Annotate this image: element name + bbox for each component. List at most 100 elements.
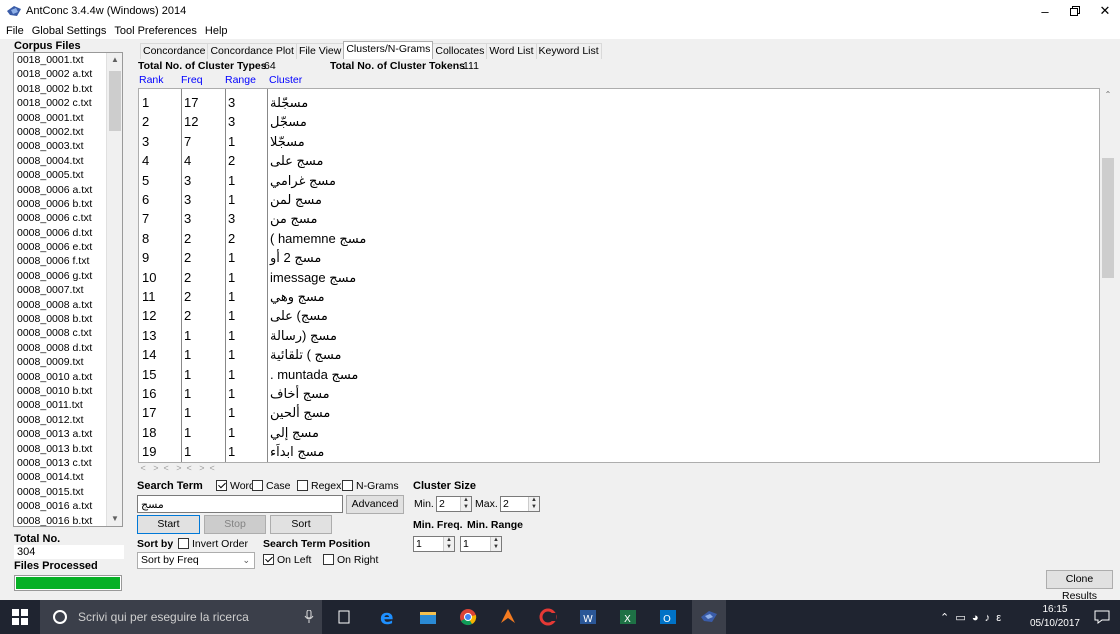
corpus-file-item[interactable]: 0018_0002 b.txt bbox=[14, 82, 108, 96]
table-row[interactable]: 19 1 1 مسج ابداَء bbox=[139, 442, 1099, 461]
corpus-file-item[interactable]: 0008_0013 b.txt bbox=[14, 442, 108, 456]
table-row[interactable]: 2 12 3 مسجّل bbox=[139, 112, 1099, 131]
corpus-file-item[interactable]: 0008_0006 a.txt bbox=[14, 183, 108, 197]
notifications-icon[interactable] bbox=[1094, 609, 1110, 625]
minimize-button[interactable]: – bbox=[1030, 0, 1060, 22]
corpus-file-item[interactable]: 0008_0008 c.txt bbox=[14, 326, 108, 340]
windows-start-icon[interactable] bbox=[12, 609, 28, 625]
corpus-file-item[interactable]: 0008_0016 b.txt bbox=[14, 514, 108, 527]
excel-icon[interactable]: X bbox=[618, 607, 638, 627]
corpus-file-item[interactable]: 0008_0001.txt bbox=[14, 111, 108, 125]
horizontal-scroll-arrows[interactable]: < > < > < > < bbox=[138, 463, 1100, 473]
table-row[interactable]: 15 1 1 . muntada مسج bbox=[139, 365, 1099, 384]
corpus-file-item[interactable]: 0008_0005.txt bbox=[14, 168, 108, 182]
corpus-file-item[interactable]: 0008_0007.txt bbox=[14, 283, 108, 297]
table-row[interactable]: 7 3 3 مسج من bbox=[139, 209, 1099, 228]
corpus-file-item[interactable]: 0008_0016 a.txt bbox=[14, 499, 108, 513]
scroll-up-icon[interactable]: ⌃ bbox=[1100, 88, 1116, 102]
scroll-down-icon[interactable]: ▼ bbox=[107, 512, 122, 526]
table-row[interactable]: 13 1 1 مسج (رسالة bbox=[139, 326, 1099, 345]
corpus-file-item[interactable]: 0018_0002 c.txt bbox=[14, 96, 108, 110]
col-range[interactable]: Range bbox=[225, 74, 256, 86]
chrome-icon[interactable] bbox=[458, 607, 478, 627]
spinner-arrows-icon[interactable]: ▲ ▼ bbox=[490, 537, 501, 551]
words-checkbox[interactable] bbox=[216, 480, 227, 491]
corpus-file-item[interactable]: 0018_0001.txt bbox=[14, 53, 108, 67]
menu-file[interactable]: File bbox=[2, 25, 28, 37]
min-range-spinner[interactable]: 1 ▲ ▼ bbox=[460, 536, 502, 552]
col-cluster[interactable]: Cluster bbox=[269, 74, 302, 86]
corpus-file-item[interactable]: 0008_0006 g.txt bbox=[14, 269, 108, 283]
ccleaner-icon[interactable] bbox=[538, 607, 558, 627]
close-button[interactable]: ✕ bbox=[1090, 0, 1120, 22]
edge-icon[interactable]: e bbox=[378, 607, 398, 627]
restore-button[interactable] bbox=[1060, 0, 1090, 22]
corpus-file-item[interactable]: 0008_0010 b.txt bbox=[14, 384, 108, 398]
system-tray[interactable]: ⌃ ▭ ◕ ♪ ε bbox=[940, 611, 1001, 624]
corpus-scroll-thumb[interactable] bbox=[109, 71, 121, 131]
cluster-max-spinner[interactable]: 2 ▲ ▼ bbox=[500, 496, 540, 512]
table-row[interactable]: 1 17 3 مسجّلة bbox=[139, 93, 1099, 112]
tab-file-view[interactable]: File View bbox=[295, 43, 345, 59]
table-row[interactable]: 5 3 1 مسج غرامي bbox=[139, 171, 1099, 190]
corpus-file-item[interactable]: 0008_0006 f.txt bbox=[14, 254, 108, 268]
search-term-input[interactable]: مسج bbox=[137, 495, 343, 513]
outlook-icon[interactable]: O bbox=[658, 607, 678, 627]
cluster-min-spinner[interactable]: 2 ▲ ▼ bbox=[436, 496, 472, 512]
menu-help[interactable]: Help bbox=[201, 25, 232, 37]
corpus-file-item[interactable]: 0008_0013 c.txt bbox=[14, 456, 108, 470]
word-icon[interactable]: W bbox=[578, 607, 598, 627]
corpus-file-item[interactable]: 0008_0013 a.txt bbox=[14, 427, 108, 441]
corpus-file-item[interactable]: 0008_0003.txt bbox=[14, 139, 108, 153]
corpus-file-item[interactable]: 0008_0008 b.txt bbox=[14, 312, 108, 326]
task-view-icon[interactable] bbox=[334, 607, 354, 627]
table-row[interactable]: 11 2 1 مسج وهي bbox=[139, 287, 1099, 306]
invert-order-option[interactable]: Invert Order bbox=[178, 538, 248, 550]
corpus-scrollbar[interactable]: ▲ ▼ bbox=[106, 53, 122, 526]
corpus-file-item[interactable]: 0008_0012.txt bbox=[14, 413, 108, 427]
microphone-icon[interactable] bbox=[304, 610, 314, 624]
corpus-file-item[interactable]: 0008_0004.txt bbox=[14, 154, 108, 168]
advanced-button[interactable]: Advanced bbox=[346, 495, 404, 514]
corpus-file-item[interactable]: 0008_0010 a.txt bbox=[14, 370, 108, 384]
case-option[interactable]: Case bbox=[252, 480, 291, 492]
corpus-file-item[interactable]: 0008_0008 a.txt bbox=[14, 298, 108, 312]
table-row[interactable]: 4 4 2 مسج على bbox=[139, 151, 1099, 170]
table-row[interactable]: 9 2 1 مسج 2 أو bbox=[139, 248, 1099, 267]
on-left-option[interactable]: On Left bbox=[263, 554, 311, 566]
corpus-file-item[interactable]: 0008_0008 d.txt bbox=[14, 341, 108, 355]
table-row[interactable]: 10 2 1 imessage مسج bbox=[139, 268, 1099, 287]
table-row[interactable]: 16 1 1 مسج أخاف bbox=[139, 384, 1099, 403]
avast-icon[interactable] bbox=[498, 607, 518, 627]
regex-option[interactable]: Regex bbox=[297, 480, 341, 492]
menu-global-settings[interactable]: Global Settings bbox=[28, 25, 111, 37]
stop-button[interactable]: Stop bbox=[204, 515, 266, 534]
table-row[interactable]: 17 1 1 مسج ألحين bbox=[139, 403, 1099, 422]
table-row[interactable]: 3 7 1 مسجّلا bbox=[139, 132, 1099, 151]
corpus-file-item[interactable]: 0008_0006 c.txt bbox=[14, 211, 108, 225]
corpus-file-item[interactable]: 0018_0002 a.txt bbox=[14, 67, 108, 81]
table-row[interactable]: 18 1 1 مسج إلي bbox=[139, 423, 1099, 442]
spinner-arrows-icon[interactable]: ▲ ▼ bbox=[443, 537, 454, 551]
tab-keyword-list[interactable]: Keyword List bbox=[535, 43, 602, 59]
tab-word-list[interactable]: Word List bbox=[486, 43, 537, 59]
sort-by-select[interactable]: Sort by Freq ⌄ bbox=[137, 552, 255, 569]
corpus-file-item[interactable]: 0008_0015.txt bbox=[14, 485, 108, 499]
ngrams-checkbox[interactable] bbox=[342, 480, 353, 491]
results-table[interactable]: 1 17 3 مسجّلة 2 12 3 مسجّل 3 7 1 مسجّلا 4 4 2 مسج على 5 3… bbox=[138, 88, 1100, 463]
clock[interactable]: 16:15 05/10/2017 bbox=[1030, 603, 1080, 631]
corpus-file-item[interactable]: 0008_0009.txt bbox=[14, 355, 108, 369]
sort-button[interactable]: Sort bbox=[270, 515, 332, 534]
tab-collocates[interactable]: Collocates bbox=[432, 43, 488, 59]
clone-results-button[interactable]: Clone Results bbox=[1046, 570, 1113, 602]
corpus-file-item[interactable]: 0008_0014.txt bbox=[14, 470, 108, 484]
table-row[interactable]: 6 3 1 مسج لمن bbox=[139, 190, 1099, 209]
tab-clusters-n-grams[interactable]: Clusters/N-Grams bbox=[343, 41, 434, 59]
antconc-taskbar-icon[interactable] bbox=[699, 607, 719, 627]
menu-tool-preferences[interactable]: Tool Preferences bbox=[110, 25, 201, 37]
corpus-file-item[interactable]: 0008_0006 b.txt bbox=[14, 197, 108, 211]
spinner-arrows-icon[interactable]: ▲ ▼ bbox=[460, 497, 471, 511]
corpus-file-item[interactable]: 0008_0006 e.txt bbox=[14, 240, 108, 254]
table-row[interactable]: 14 1 1 مسج ) تلقائية bbox=[139, 345, 1099, 364]
tab-concordance[interactable]: Concordance bbox=[140, 43, 209, 59]
